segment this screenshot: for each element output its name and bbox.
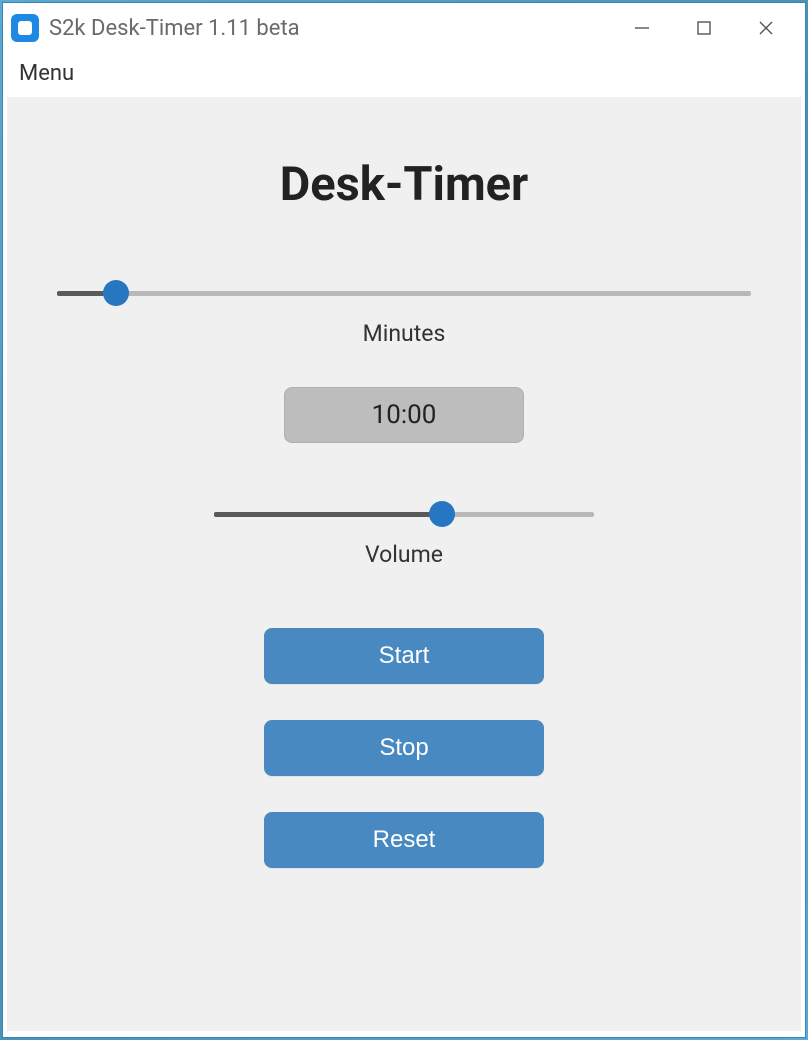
volume-track-fill	[214, 512, 442, 517]
close-icon	[757, 19, 775, 37]
reset-button[interactable]: Reset	[264, 812, 544, 868]
volume-label: Volume	[365, 541, 443, 568]
window-title: S2k Desk-Timer 1.11 beta	[49, 16, 629, 41]
maximize-icon	[695, 19, 713, 37]
button-group: Start Stop Reset	[264, 628, 544, 868]
minutes-slider[interactable]	[57, 282, 751, 304]
minutes-thumb[interactable]	[103, 280, 129, 306]
minimize-button[interactable]	[629, 15, 655, 41]
app-icon-inner	[18, 21, 32, 35]
app-window: S2k Desk-Timer 1.11 beta Menu Desk-Timer…	[2, 2, 806, 1038]
window-controls	[629, 15, 797, 41]
minimize-icon	[633, 19, 651, 37]
maximize-button[interactable]	[691, 15, 717, 41]
minutes-label: Minutes	[363, 320, 446, 347]
content-area: Desk-Timer Minutes 10:00 Volume Start St…	[7, 97, 801, 1031]
titlebar: S2k Desk-Timer 1.11 beta	[3, 3, 805, 53]
minutes-slider-container: Minutes	[57, 282, 751, 347]
menu-item-menu[interactable]: Menu	[15, 57, 78, 90]
minutes-track	[57, 291, 751, 296]
start-button[interactable]: Start	[264, 628, 544, 684]
close-button[interactable]	[753, 15, 779, 41]
menubar: Menu	[3, 53, 805, 93]
volume-slider[interactable]	[214, 503, 594, 525]
page-title: Desk-Timer	[280, 157, 529, 212]
time-display: 10:00	[284, 387, 524, 443]
volume-slider-container: Volume	[214, 503, 594, 568]
app-icon	[11, 14, 39, 42]
volume-thumb[interactable]	[429, 501, 455, 527]
stop-button[interactable]: Stop	[264, 720, 544, 776]
